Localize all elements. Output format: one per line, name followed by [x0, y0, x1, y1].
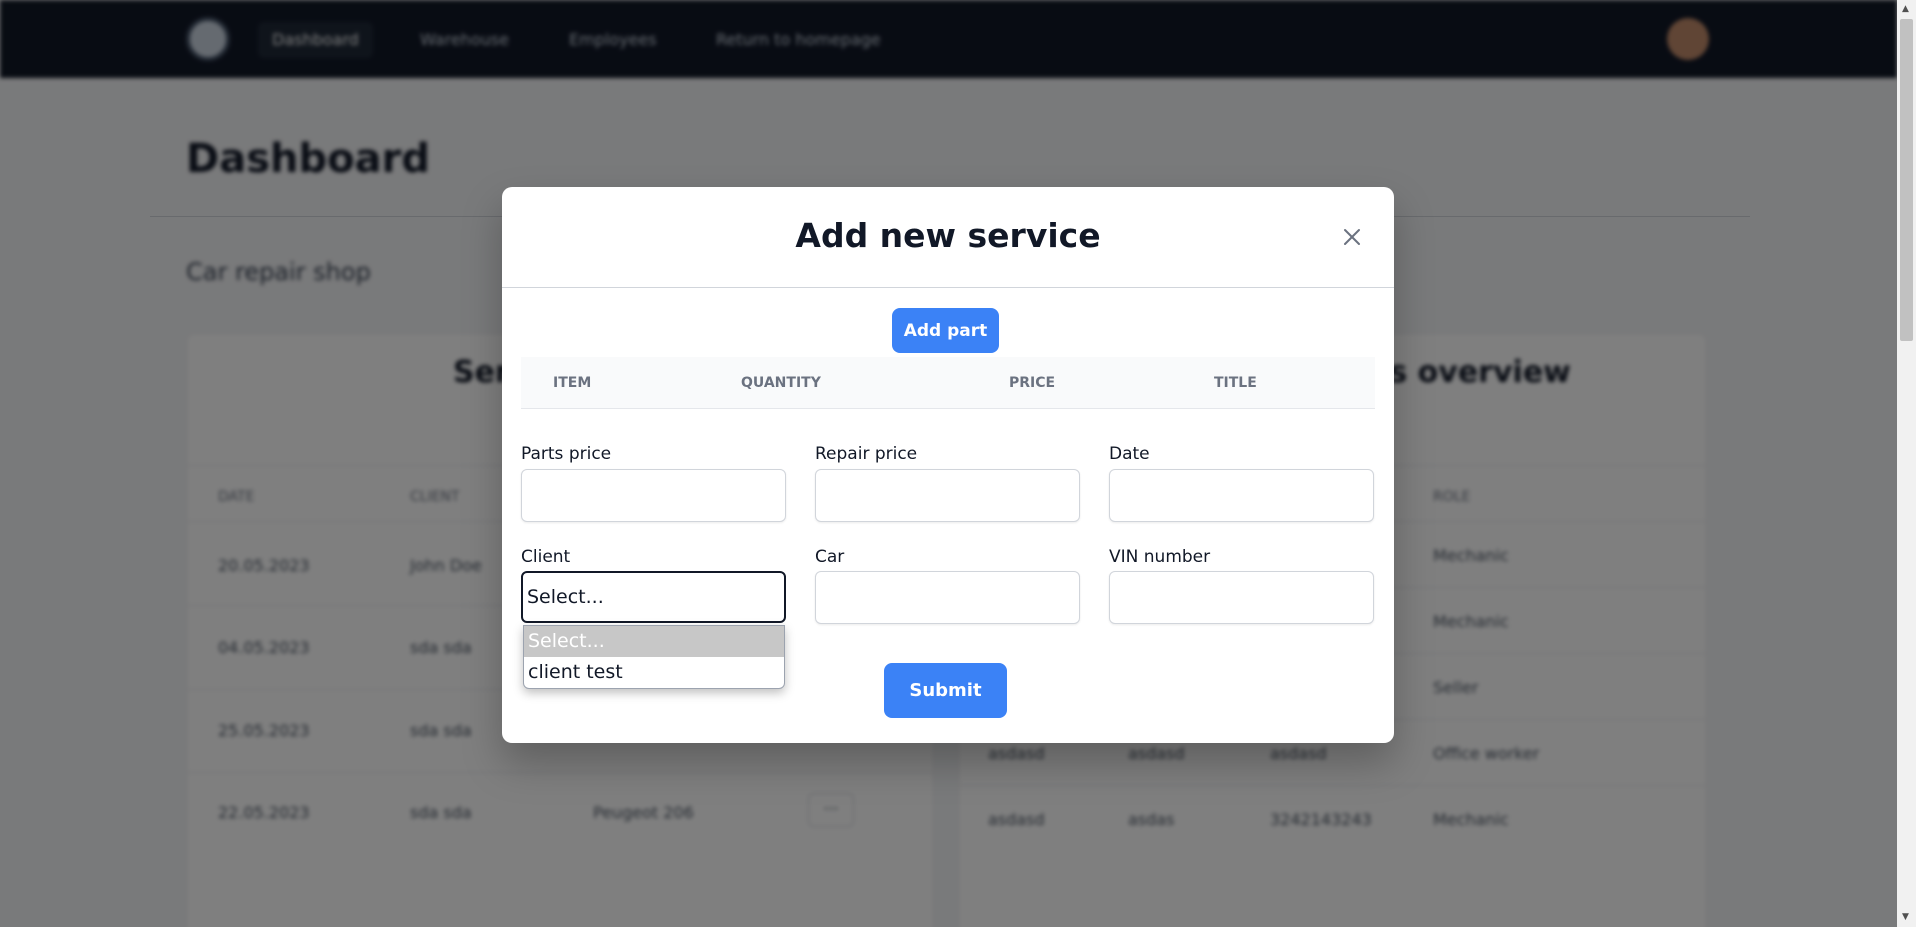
- repair-price-input[interactable]: [815, 469, 1080, 522]
- date-input[interactable]: [1109, 469, 1374, 522]
- parts-col-price: PRICE: [1009, 375, 1056, 391]
- vin-label: VIN number: [1109, 547, 1211, 567]
- car-input[interactable]: [815, 571, 1080, 624]
- client-label: Client: [521, 547, 571, 567]
- parts-price-input[interactable]: [521, 469, 786, 522]
- add-part-button[interactable]: Add part: [892, 308, 999, 353]
- vin-input[interactable]: [1109, 571, 1374, 624]
- parts-col-quantity: QUANTITY: [741, 375, 821, 391]
- add-service-modal: Add new service Add part ITEM QUANTITY P…: [502, 187, 1394, 743]
- client-option-select[interactable]: Select...: [524, 626, 784, 657]
- close-icon[interactable]: [1338, 223, 1366, 251]
- parts-col-title: TITLE: [1214, 375, 1257, 391]
- repair-price-label: Repair price: [815, 444, 918, 464]
- client-select-value: Select...: [527, 586, 604, 608]
- parts-table-header: ITEM QUANTITY PRICE TITLE: [521, 357, 1375, 409]
- client-select[interactable]: Select...: [521, 571, 786, 623]
- client-option-client-test[interactable]: client test: [524, 657, 784, 688]
- parts-price-label: Parts price: [521, 444, 612, 464]
- car-label: Car: [815, 547, 845, 567]
- modal-header: Add new service: [502, 187, 1394, 288]
- modal-title: Add new service: [795, 216, 1101, 255]
- scroll-down-arrow-icon[interactable]: ▼: [1902, 912, 1909, 922]
- scroll-up-arrow-icon[interactable]: ▲: [1902, 4, 1909, 14]
- parts-col-item: ITEM: [553, 375, 592, 391]
- submit-button[interactable]: Submit: [884, 663, 1007, 718]
- page-scrollbar[interactable]: ▲ ▼: [1897, 0, 1916, 927]
- scrollbar-thumb[interactable]: [1900, 19, 1913, 341]
- date-label: Date: [1109, 444, 1150, 464]
- client-dropdown-list: Select... client test: [523, 625, 785, 689]
